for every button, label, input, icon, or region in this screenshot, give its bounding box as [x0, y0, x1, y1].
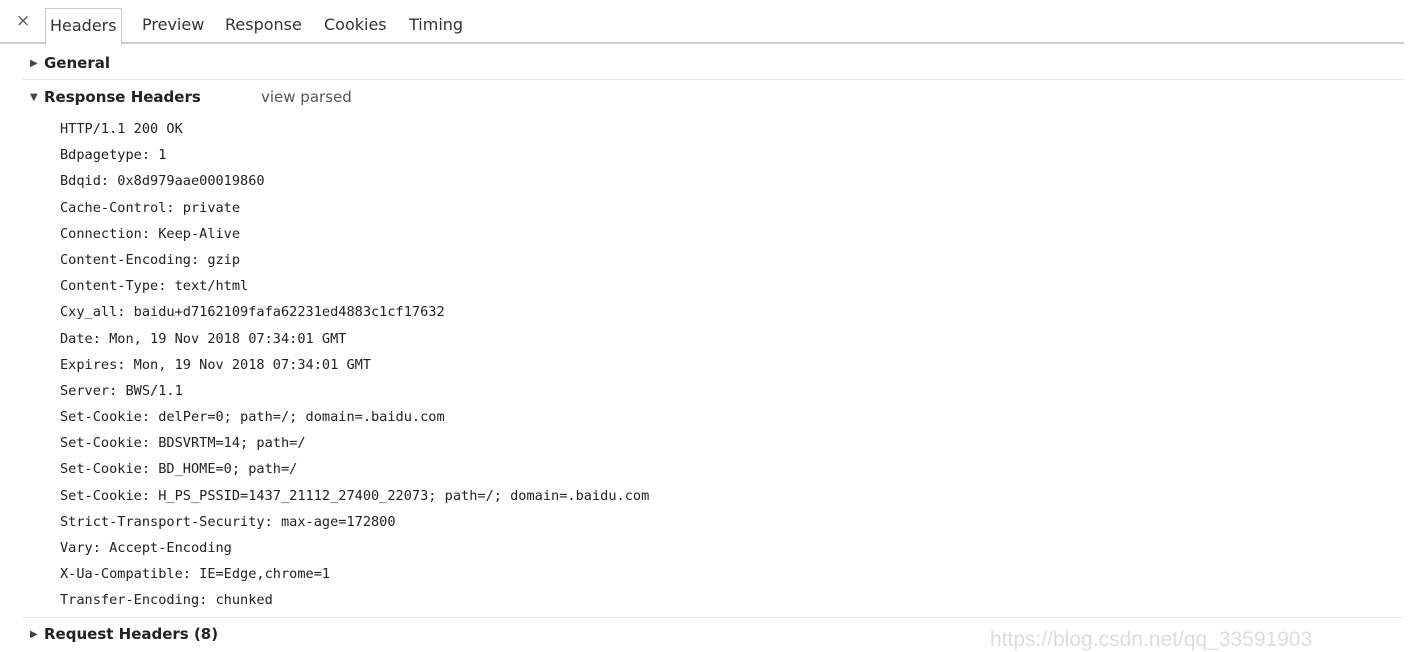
header-line: Bdpagetype: 1 [60, 147, 167, 164]
response-headers-list: HTTP/1.1 200 OK Bdpagetype: 1 Bdqid: 0x8… [60, 116, 649, 614]
section-divider [22, 79, 1404, 80]
header-line: Connection: Keep-Alive [60, 225, 241, 242]
header-line: Strict-Transport-Security: max-age=17280… [60, 513, 396, 530]
header-line: Set-Cookie: H_PS_PSSID=1437_21112_27400_… [60, 487, 650, 504]
header-line: Content-Type: text/html [60, 278, 249, 295]
header-line: HTTP/1.1 200 OK [60, 121, 183, 137]
response-headers-section-header[interactable]: ▼ Response Headers [30, 88, 201, 106]
request-headers-section-header[interactable]: ▶ Request Headers (8) [30, 625, 218, 643]
header-line: Bdqid: 0x8d979aae00019860 [60, 173, 265, 190]
header-line: Server: BWS/1.1 [60, 382, 183, 399]
triangle-down-icon: ▼ [30, 92, 38, 103]
general-section-title: General [44, 54, 110, 72]
tab-timing[interactable]: Timing [405, 8, 467, 44]
header-line: Expires: Mon, 19 Nov 2018 07:34:01 GMT [60, 356, 371, 373]
tab-headers[interactable]: Headers [45, 8, 122, 46]
request-headers-title: Request Headers (8) [44, 625, 219, 643]
header-line: Set-Cookie: BD_HOME=0; path=/ [60, 461, 298, 478]
header-line: Cxy_all: baidu+d7162109fafa62231ed4883c1… [60, 304, 445, 321]
header-line: Vary: Accept-Encoding [60, 540, 232, 556]
view-parsed-link[interactable]: view parsed [261, 88, 352, 106]
devtools-tab-bar: × Headers Preview Response Cookies Timin… [0, 0, 1404, 46]
close-icon[interactable]: × [16, 11, 30, 31]
response-headers-title: Response Headers [44, 88, 201, 106]
tab-cookies[interactable]: Cookies [320, 8, 391, 44]
triangle-right-icon: ▶ [30, 629, 38, 640]
header-line: Set-Cookie: BDSVRTM=14; path=/ [60, 435, 306, 452]
section-divider [22, 617, 1404, 618]
header-line: X-Ua-Compatible: IE=Edge,chrome=1 [60, 566, 331, 583]
triangle-right-icon: ▶ [30, 58, 38, 69]
watermark-text: https://blog.csdn.net/qq_33591903 [990, 628, 1313, 651]
tab-response[interactable]: Response [221, 8, 306, 44]
tab-preview[interactable]: Preview [138, 8, 208, 44]
header-line: Transfer-Encoding: chunked [60, 592, 273, 609]
general-section-header[interactable]: ▶ General [30, 54, 110, 72]
header-line: Date: Mon, 19 Nov 2018 07:34:01 GMT [60, 330, 347, 347]
header-line: Content-Encoding: gzip [60, 251, 241, 268]
header-line: Set-Cookie: delPer=0; path=/; domain=.ba… [60, 409, 445, 426]
header-line: Cache-Control: private [60, 199, 241, 216]
